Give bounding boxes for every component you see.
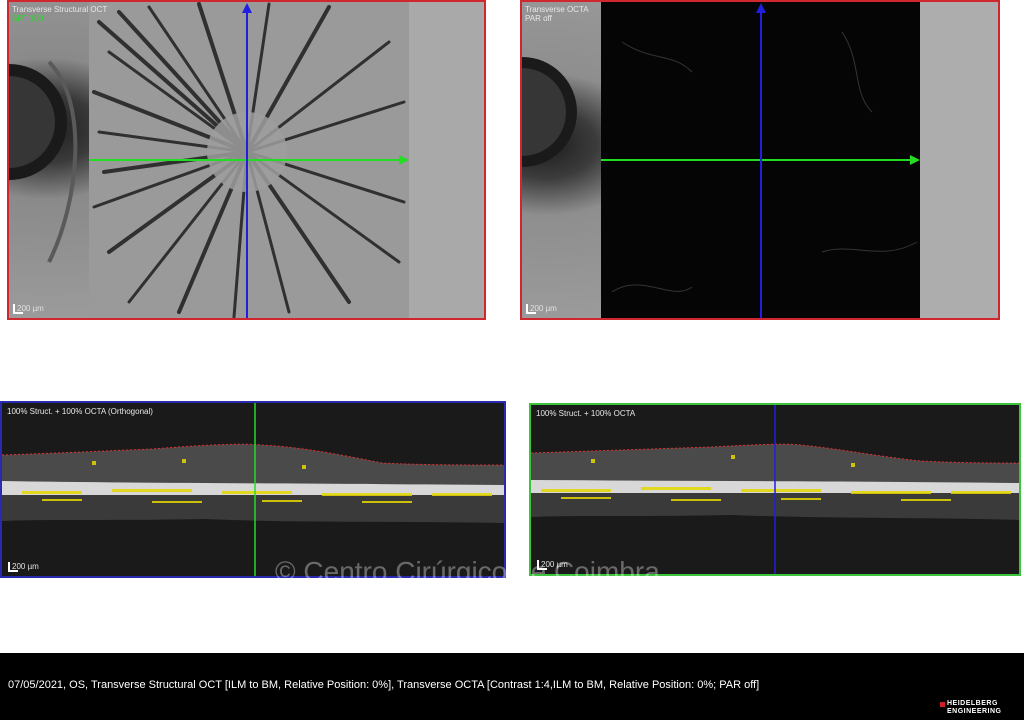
panel-subtitle: ART 100 [12,14,44,23]
footer-bar: 07/05/2021, OS, Transverse Structural OC… [0,653,1024,720]
bscan-orthogonal-panel[interactable]: 100% Struct. + 100% OCTA (Orthogonal) 20… [0,401,506,578]
octa-panel[interactable]: Transverse OCTA PAR off 200 µm [520,0,1000,320]
bscan-orthogonal-image [2,403,504,576]
scale-label: 200 µm [12,562,39,571]
panel-title: 100% Struct. + 100% OCTA [536,409,636,418]
bscan-panel[interactable]: 100% Struct. + 100% OCTA 200 µm [529,403,1021,576]
heidelberg-logo: HEIDELBERG ENGINEERING [940,700,1018,718]
scale-label: 200 µm [17,304,44,313]
watermark: © Centro Cirúrgico de Coimbra [275,556,660,587]
brand-line2: ENGINEERING [947,708,1002,715]
bscan-image [531,405,1019,574]
scale-bar: 200 µm [13,302,73,314]
scale-bar: 200 µm [8,560,68,572]
report-caption: 07/05/2021, OS, Transverse Structural OC… [8,679,760,691]
panel-subtitle: PAR off [525,14,552,23]
structural-oct-image [9,2,484,318]
octa-image [522,2,998,318]
scale-bar: 200 µm [526,302,586,314]
panel-title: Transverse Structural OCT [12,5,108,14]
panel-title: Transverse OCTA [525,5,589,14]
structural-oct-panel[interactable]: Transverse Structural OCT ART 100 200 µm [7,0,486,320]
scale-label: 200 µm [530,304,557,313]
brand-line1: HEIDELBERG [947,700,998,707]
panel-title: 100% Struct. + 100% OCTA (Orthogonal) [7,407,153,416]
logo-square-icon [940,702,945,707]
